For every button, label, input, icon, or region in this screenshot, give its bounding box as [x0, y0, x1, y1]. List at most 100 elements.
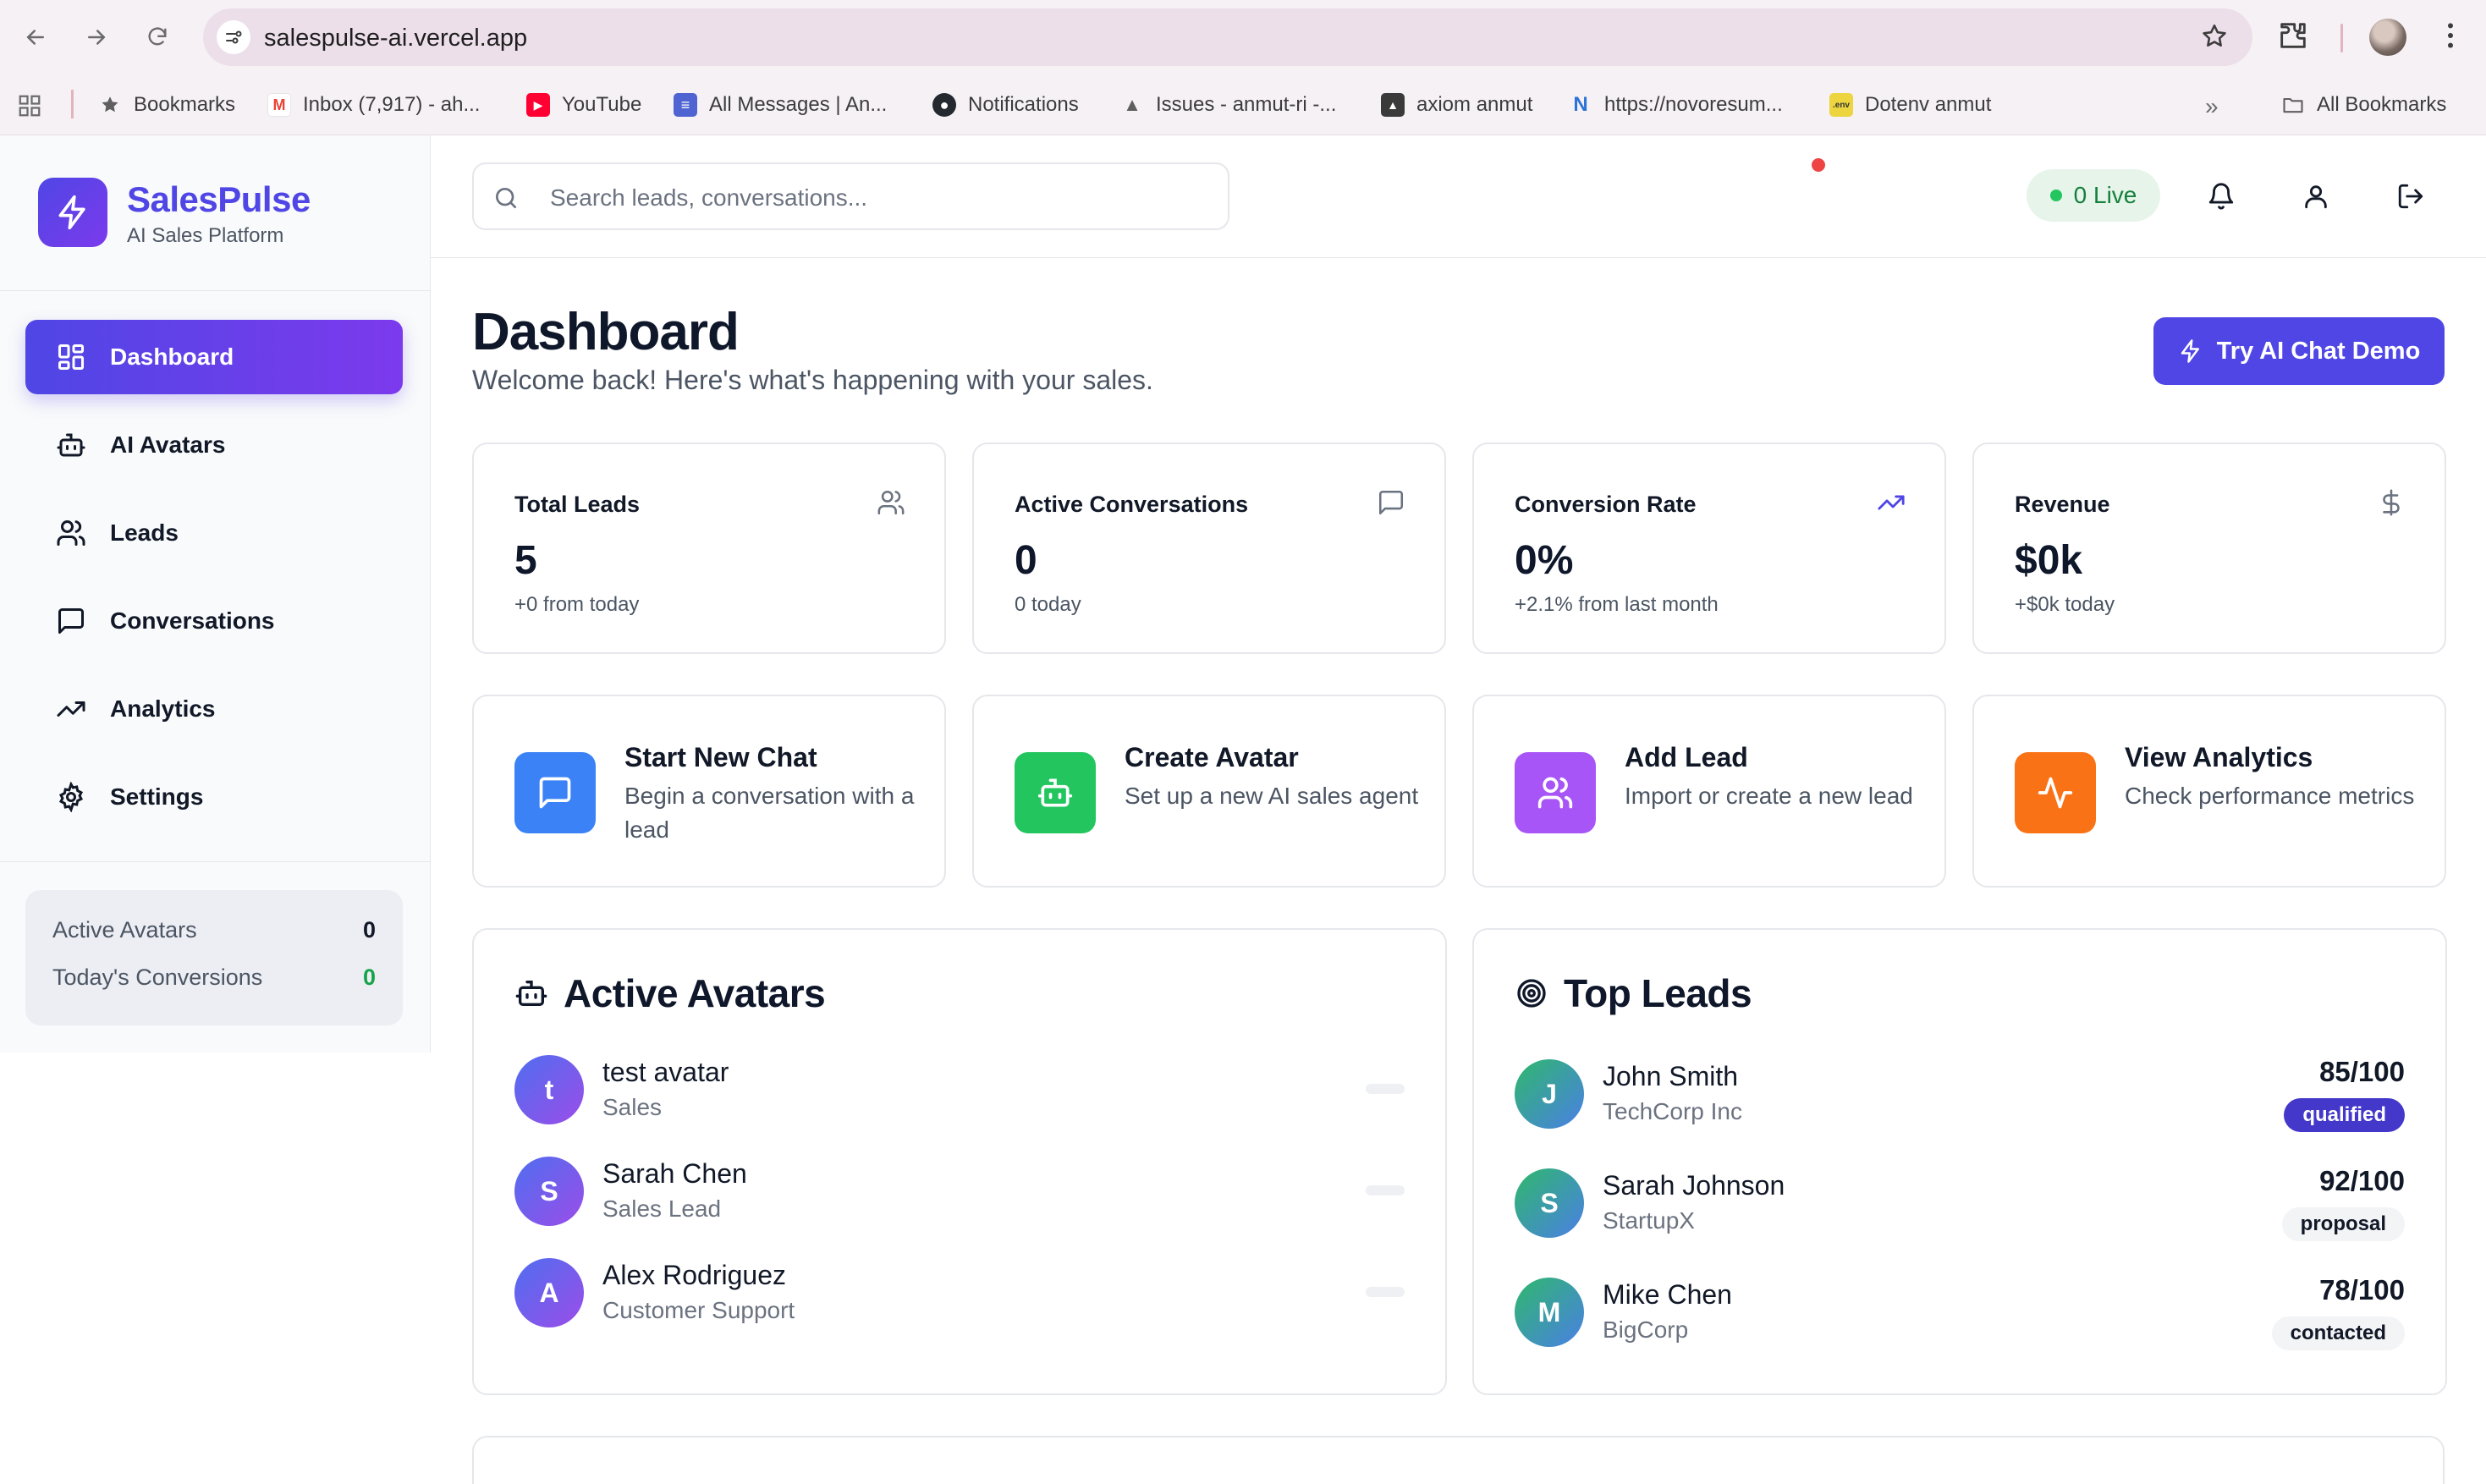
extensions-icon[interactable] [2276, 19, 2310, 52]
issues-icon: ▲ [1123, 94, 1141, 115]
site-settings-icon[interactable] [217, 20, 250, 54]
avatar-row[interactable]: A Alex Rodriguez Customer Support [514, 1258, 1405, 1327]
notification-badge [1809, 156, 1828, 174]
search-input[interactable]: Search leads, conversations... [472, 162, 1229, 230]
bookmark-item[interactable]: M Inbox (7,917) - ah... [267, 93, 480, 117]
bookmark-item[interactable]: ▲ axiom anmut [1381, 93, 1532, 117]
address-bar[interactable]: salespulse-ai.vercel.app [203, 8, 2252, 66]
bookmark-item[interactable]: ● Notifications [932, 93, 1079, 117]
all-bookmarks[interactable]: All Bookmarks [2281, 93, 2446, 117]
status-placeholder [1366, 1084, 1405, 1094]
url-text[interactable]: salespulse-ai.vercel.app [264, 25, 527, 52]
avatar-row[interactable]: t test avatar Sales [514, 1055, 1405, 1124]
brand-header: SalesPulse AI Sales Platform [0, 135, 430, 291]
bookmark-label: Dotenv anmut [1865, 93, 1992, 116]
lead-name: Mike Chen [1603, 1279, 1732, 1310]
trending-up-icon [1877, 488, 1906, 517]
sidebar-item-label: Settings [110, 783, 204, 810]
stat-card-value: 5 [514, 538, 537, 583]
bookmark-label: https://novoresum... [1604, 93, 1783, 116]
dollar-icon [2377, 488, 2406, 517]
more-bookmarks-icon[interactable]: » [2205, 93, 2219, 120]
try-ai-chat-demo-button[interactable]: Try AI Chat Demo [2153, 317, 2445, 385]
users-icon [877, 488, 905, 517]
stat-label: Active Avatars [52, 917, 197, 943]
reload-icon[interactable] [140, 20, 174, 54]
gear-icon [54, 780, 88, 814]
status-badge: qualified [2284, 1098, 2405, 1132]
back-icon[interactable] [19, 20, 52, 54]
logout-icon[interactable] [2392, 178, 2429, 215]
sidebar-item-ai-avatars[interactable]: AI Avatars [25, 408, 403, 482]
users-icon [1515, 752, 1596, 833]
avatar-row[interactable]: S Sarah Chen Sales Lead [514, 1157, 1405, 1226]
message-icon [54, 604, 88, 638]
bookmarks-bar: Bookmarks M Inbox (7,917) - ah... ▶ YouT… [0, 74, 2486, 135]
stat-label: Today's Conversions [52, 965, 263, 990]
axiom-icon: ▲ [1381, 93, 1405, 117]
status-placeholder [1366, 1185, 1405, 1195]
lead-row[interactable]: M Mike Chen BigCorp 78/100 contacted [1515, 1274, 2405, 1350]
trending-up-icon [54, 692, 88, 726]
bookmark-item[interactable]: N https://novoresum... [1569, 93, 1783, 117]
bell-icon[interactable] [2203, 178, 2240, 215]
bookmark-item[interactable]: .env Dotenv anmut [1829, 93, 1991, 117]
sidebar-item-settings[interactable]: Settings [25, 760, 403, 834]
profile-avatar[interactable] [2369, 19, 2406, 56]
add-lead-card[interactable]: Add Lead Import or create a new lead [1472, 695, 1946, 888]
stat-card-label: Active Conversations [1015, 492, 1249, 517]
grid-icon [54, 340, 88, 374]
lead-row[interactable]: S Sarah Johnson StartupX 92/100 proposal [1515, 1165, 2405, 1241]
lead-company: StartupX [1603, 1207, 1695, 1234]
status-badge: contacted [2271, 1316, 2405, 1350]
brand-name: SalesPulse [127, 179, 311, 219]
stat-card-value: 0 [1015, 538, 1037, 583]
bookmark-label: axiom anmut [1416, 93, 1533, 116]
sidebar-item-leads[interactable]: Leads [25, 496, 403, 570]
bot-icon [514, 976, 548, 1010]
user-icon[interactable] [2297, 178, 2335, 215]
action-title: View Analytics [2125, 742, 2313, 772]
sidebar-item-conversations[interactable]: Conversations [25, 584, 403, 658]
main-content: Dashboard Welcome back! Here's what's ha… [431, 258, 2486, 1484]
bookmark-item[interactable]: ▶ YouTube [526, 93, 641, 117]
sidebar: SalesPulse AI Sales Platform Dashboard A… [0, 135, 431, 1053]
bookmark-label: All Messages | An... [709, 93, 888, 116]
lead-row[interactable]: J John Smith TechCorp Inc 85/100 qualifi… [1515, 1056, 2405, 1132]
bookmark-item[interactable]: ▲ Issues - anmut-ri -... [1120, 93, 1336, 117]
stat-card-sub: +2.1% from last month [1515, 593, 1719, 616]
stat-card-label: Conversion Rate [1515, 492, 1697, 517]
panel-title-text: Active Avatars [564, 971, 826, 1015]
apps-icon[interactable] [17, 93, 42, 118]
sidebar-item-dashboard[interactable]: Dashboard [25, 320, 403, 394]
action-title: Create Avatar [1125, 742, 1299, 772]
stat-card-sub: +0 from today [514, 593, 640, 616]
bookmark-label: YouTube [562, 93, 642, 116]
create-avatar-card[interactable]: Create Avatar Set up a new AI sales agen… [972, 695, 1446, 888]
sidebar-item-analytics[interactable]: Analytics [25, 672, 403, 746]
forward-icon[interactable] [80, 20, 113, 54]
avatar: t [514, 1055, 584, 1124]
lead-name: Sarah Johnson [1603, 1170, 1785, 1201]
status-placeholder [1366, 1287, 1405, 1297]
sidebar-item-label: Conversations [110, 607, 275, 634]
lightning-logo-icon [38, 178, 107, 247]
start-new-chat-card[interactable]: Start New Chat Begin a conversation with… [472, 695, 946, 888]
view-analytics-card[interactable]: View Analytics Check performance metrics [1972, 695, 2446, 888]
bot-icon [54, 428, 88, 462]
sidebar-divider [0, 861, 430, 862]
message-icon [1377, 488, 1405, 517]
chrome-menu-icon[interactable] [2434, 19, 2467, 52]
sidebar-item-label: Analytics [110, 695, 216, 722]
bookmarks-separator [71, 90, 74, 118]
avatar: J [1515, 1059, 1584, 1129]
avatar: M [1515, 1278, 1584, 1347]
bookmark-item[interactable]: Bookmarks [98, 93, 235, 117]
browser-toolbar: salespulse-ai.vercel.app [0, 0, 2486, 74]
stat-card-active-conversations: Active Conversations 0 0 today [972, 442, 1446, 654]
stat-value: 0 [362, 917, 376, 943]
youtube-icon: ▶ [526, 93, 550, 117]
avatar-name: Alex Rodriguez [602, 1260, 786, 1290]
bookmark-star-icon[interactable] [2200, 22, 2229, 51]
bookmark-item[interactable]: ≡ All Messages | An... [674, 93, 887, 117]
